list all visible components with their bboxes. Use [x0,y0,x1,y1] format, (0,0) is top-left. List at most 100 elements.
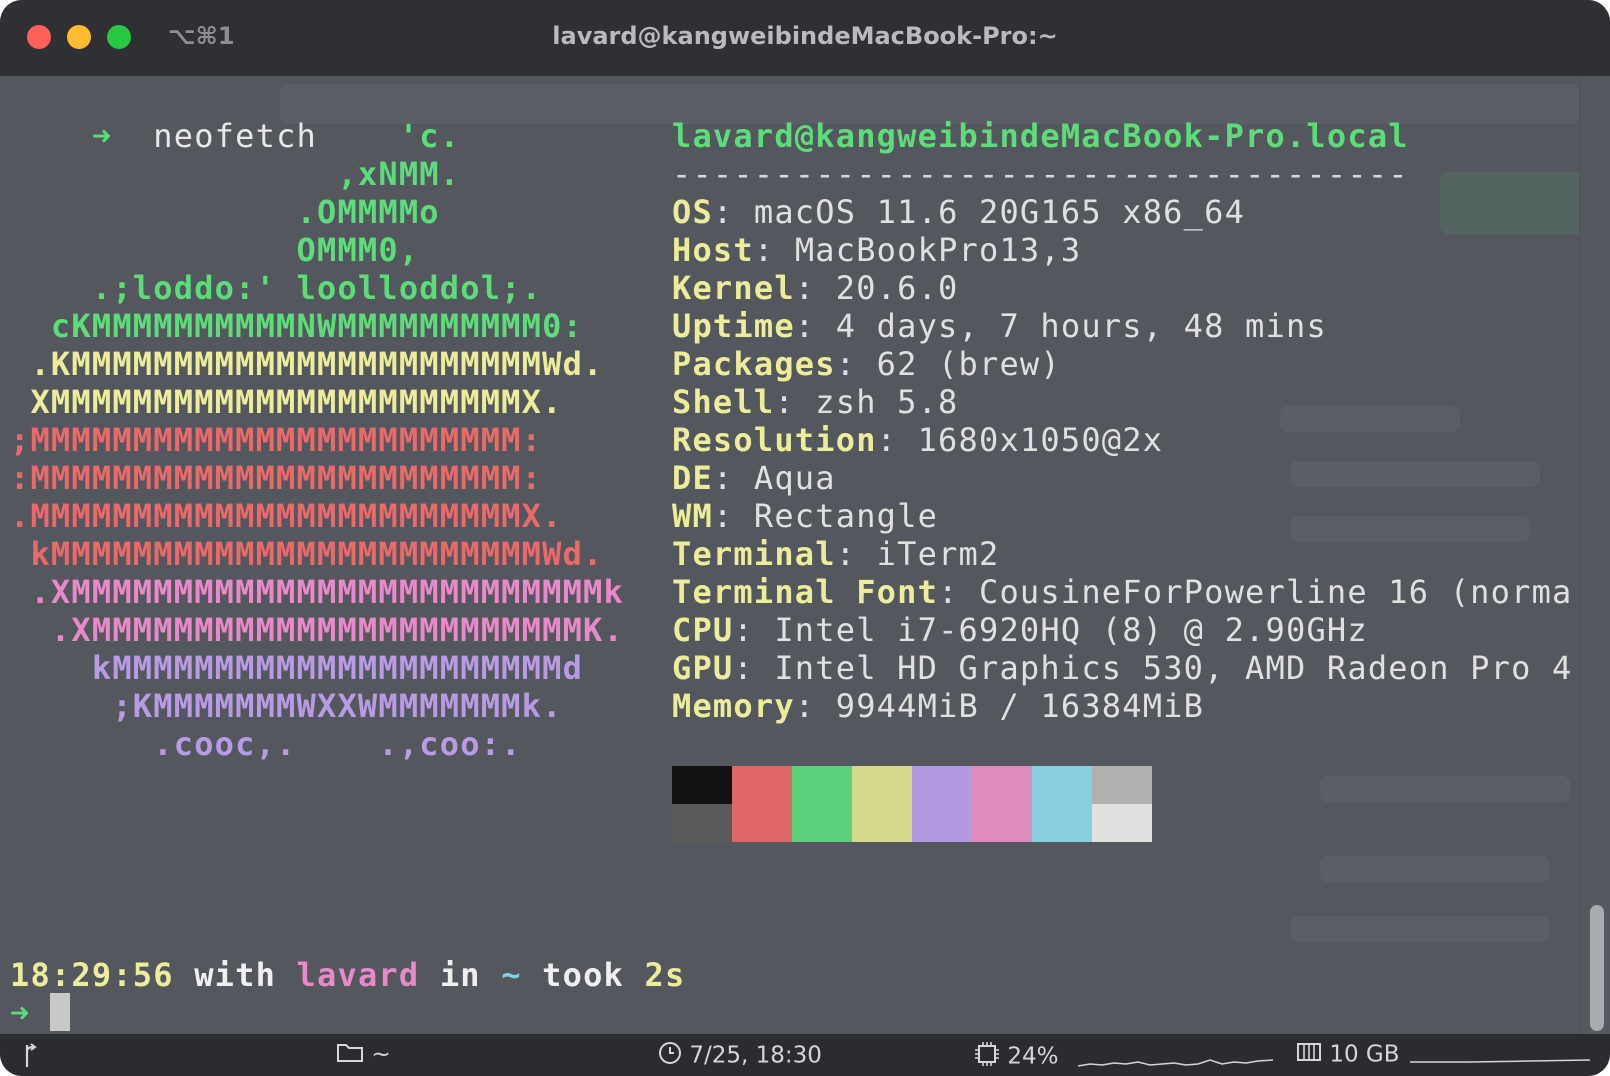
ascii-art-line: .cooc,. .,coo:. [10,725,522,763]
title-bar: ⌥⌘1 lavard@kangweibindeMacBook-Pro:~ [0,0,1610,76]
memory-label: 10 GB [1329,1041,1400,1068]
background-text [1290,916,1550,942]
info-row: DE: Aqua [672,459,836,497]
color-swatch [792,804,852,842]
background-button [1440,172,1590,234]
cpu-sparkline [1078,1059,1273,1067]
info-label: OS [672,193,713,231]
ascii-art-line: kMMMMMMMMMMMMMMMMMMMMMMd [10,649,584,687]
info-value: 20.6.0 [835,269,959,307]
ascii-art-line: .MMMMMMMMMMMMMMMMMMMMMMMMX. [10,497,563,535]
color-swatch [972,766,1032,804]
cpu-status[interactable]: 24% [974,1041,1058,1073]
ascii-art-line: OMMM0, [10,231,420,269]
info-value: iTerm2 [876,535,1000,573]
info-value: zsh 5.8 [815,383,959,421]
ascii-art-line: ;KMMMMMMMWXXWMMMMMMMk. [10,687,563,725]
next-prompt-line[interactable]: ➜ [10,994,30,1032]
ascii-art-line: ,xNMM. [10,155,461,193]
clock-icon [658,1041,682,1071]
info-value: 62 (brew) [876,345,1061,383]
info-row: CPU: Intel i7-6920HQ (8) @ 2.90GHz [672,611,1368,649]
prompt-arrow: ➜ [10,994,31,1032]
cpu-icon [974,1041,1000,1073]
info-colon: : [794,269,836,307]
info-value: 1680x1050@2x [917,421,1164,459]
info-colon: : [712,193,754,231]
info-colon: : [794,307,836,345]
folder-label: ~ [371,1041,391,1068]
cpu-label: 24% [1007,1043,1059,1070]
info-value: Rectangle [753,497,939,535]
info-colon: : [733,649,775,687]
info-row: Shell: zsh 5.8 [672,383,959,421]
window-title: lavard@kangweibindeMacBook-Pro:~ [552,22,1058,50]
clock-status[interactable]: 7/25, 18:30 [658,1041,822,1071]
color-swatch [732,804,792,842]
git-branch-icon[interactable] [22,1042,38,1069]
user-host: lavard@kangweibindeMacBook-Pro.local [672,117,1409,155]
prompt-status-line: 18:29:56 with lavard in ~ took 2s [10,956,685,994]
ascii-art-line: cKMMMMMMMMMMNWMMMMMMMMMM0: [10,307,584,345]
info-row: OS: macOS 11.6 20G165 x86_64 [672,193,1245,231]
info-row: Terminal: iTerm2 [672,535,999,573]
ascii-art-line: .XMMMMMMMMMMMMMMMMMMMMMMMMMMk [10,573,624,611]
info-value: MacBookPro13,3 [794,231,1082,269]
info-label: Resolution [672,421,877,459]
info-colon: : [835,535,877,573]
ascii-art-line: XMMMMMMMMMMMMMMMMMMMMMMMX. [10,383,563,421]
color-swatch [672,804,732,842]
info-label: Uptime [672,307,795,345]
color-swatch [1032,766,1092,804]
color-swatch [972,804,1032,842]
prompt-duration: 2s [644,956,686,994]
info-colon: : [712,497,754,535]
info-label: Terminal Font [672,573,939,611]
color-swatch [732,766,792,804]
info-label: Packages [672,345,836,383]
info-colon: : [733,611,775,649]
folder-status[interactable]: ~ [336,1041,391,1069]
background-text [1320,856,1550,882]
scrollbar-track[interactable] [1579,76,1610,1034]
info-value: Aqua [753,459,836,497]
memory-sparkline [1410,1059,1590,1063]
info-value: Intel i7-6920HQ (8) @ 2.90GHz [774,611,1368,649]
scrollbar-thumb[interactable] [1590,905,1604,1031]
info-value: macOS 11.6 20G165 x86_64 [753,193,1246,231]
clock-label: 7/25, 18:30 [689,1042,822,1069]
status-bar: ~ 7/25, 18:30 24% 10 GB [0,1034,1610,1076]
ascii-art-line: ;MMMMMMMMMMMMMMMMMMMMMMMM: [10,421,543,459]
color-swatch [792,766,852,804]
info-label: Memory [672,687,795,725]
info-colon: : [876,421,918,459]
ascii-art-line: 'c. [10,117,461,155]
color-swatch [852,766,912,804]
prompt-dir: ~ [501,956,522,994]
color-swatch [912,804,972,842]
prompt-with: with [194,956,277,994]
prompt-time: 18:29:56 [10,956,174,994]
info-colon: : [753,231,795,269]
separator-line: ------------------------------------ [672,155,1409,193]
info-colon: : [774,383,816,421]
info-label: WM [672,497,713,535]
info-value: 9944MiB / 16384MiB [835,687,1205,725]
info-label: CPU [672,611,734,649]
info-row: Resolution: 1680x1050@2x [672,421,1163,459]
prompt-user: lavard [296,956,420,994]
ascii-art-line: .OMMMMo [10,193,440,231]
memory-status[interactable]: 10 GB [1296,1041,1400,1069]
info-colon: : [712,459,754,497]
background-text [1290,516,1530,542]
info-row: Terminal Font: CousineForPowerline 16 (n… [672,573,1573,611]
info-colon: : [835,345,877,383]
ascii-art-line: kMMMMMMMMMMMMMMMMMMMMMMMMWd. [10,535,604,573]
info-colon: : [794,687,836,725]
info-row: Memory: 9944MiB / 16384MiB [672,687,1204,725]
prompt-took: took [542,956,625,994]
color-swatch [1092,804,1152,842]
text-cursor [50,993,70,1031]
info-colon: : [938,573,979,611]
terminal-window: ⌥⌘1 lavard@kangweibindeMacBook-Pro:~ ➜ n… [0,0,1610,1076]
